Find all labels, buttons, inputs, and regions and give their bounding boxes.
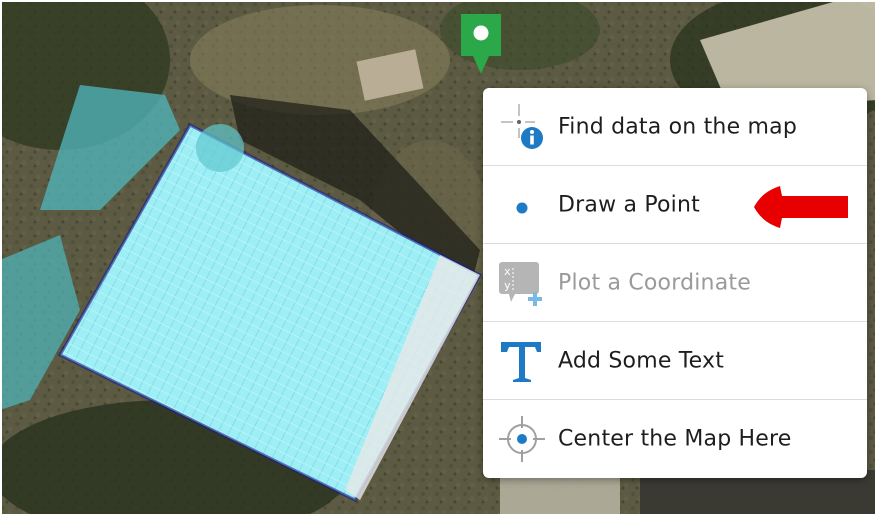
menu-item-label: Center the Map Here [558,426,792,452]
svg-text:y: y [504,279,511,292]
map-view[interactable]: Find data on the map Draw a Point x y Pl… [0,0,877,516]
text-t-icon [501,341,541,382]
plot-coordinate-xy-icon: x y [499,261,542,306]
map-pin-icon[interactable] [461,14,501,76]
menu-item-center-map[interactable]: Center the Map Here [483,400,867,478]
menu-item-label: Draw a Point [558,192,700,217]
svg-text:x: x [504,265,511,278]
menu-item-plot-coordinate[interactable]: x y Plot a Coordinate [483,244,867,322]
menu-item-label: Plot a Coordinate [558,270,751,295]
menu-item-add-text[interactable]: Add Some Text [483,322,867,400]
menu-item-label: Add Some Text [558,348,725,373]
context-menu: Find data on the map Draw a Point x y Pl… [483,88,867,478]
point-dot-icon [516,202,528,213]
red-arrow-icon [754,186,848,228]
center-crosshair-icon [499,416,545,462]
menu-item-find-data[interactable]: Find data on the map [483,88,867,166]
menu-item-label: Find data on the map [558,114,797,139]
identify-crosshair-info-icon [501,103,543,149]
